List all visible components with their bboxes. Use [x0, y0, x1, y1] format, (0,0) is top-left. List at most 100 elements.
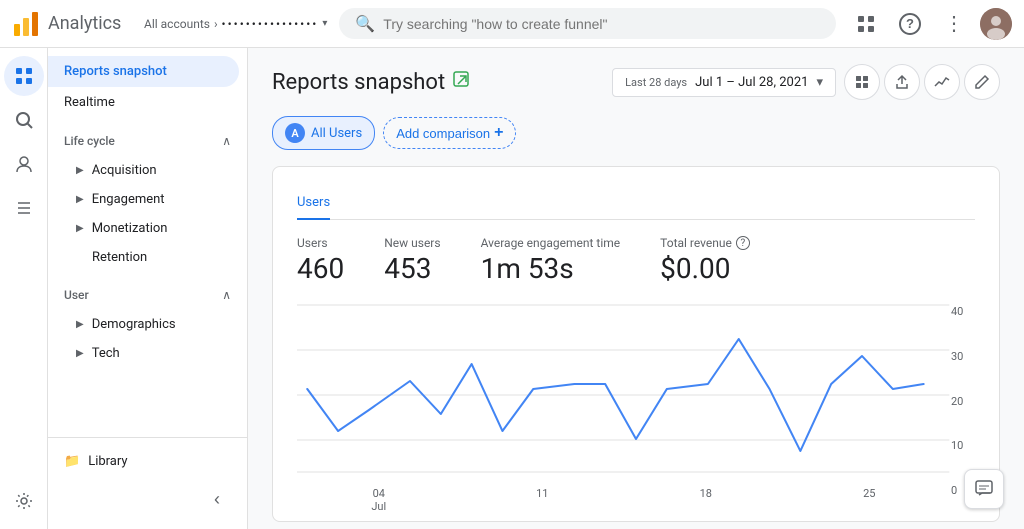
settings-icon: [14, 491, 34, 511]
revenue-label: Total revenue ?: [660, 236, 750, 250]
chip-avatar: A: [285, 123, 305, 143]
sidebar-nav-list[interactable]: [4, 188, 44, 228]
search-nav-icon: [14, 110, 34, 130]
nav-acquisition[interactable]: ▶ Acquisition: [48, 156, 247, 185]
analytics-logo-icon: [12, 10, 40, 38]
lifecycle-section-header[interactable]: Life cycle ∧: [48, 126, 247, 156]
revenue-value: $0.00: [660, 252, 750, 285]
export-icon: [854, 74, 870, 90]
help-icon: ?: [899, 13, 921, 35]
page-title-area: Reports snapshot: [272, 70, 471, 95]
x-label-11: 11: [461, 487, 625, 513]
library-label: Library: [88, 454, 127, 469]
audience-icon: [14, 154, 34, 174]
retention-label: Retention: [92, 250, 147, 265]
sidebar-nav-search[interactable]: [4, 100, 44, 140]
app-title: Analytics: [48, 13, 121, 34]
collapse-sidebar-button[interactable]: ‹: [203, 485, 231, 513]
sidebar-nav-settings[interactable]: [4, 481, 44, 521]
reports-snapshot-label: Reports snapshot: [64, 64, 167, 79]
avatar-image: [980, 8, 1012, 40]
nav-bottom: 📁 Library ‹: [48, 429, 247, 521]
edit-button[interactable]: [964, 64, 1000, 100]
dropdown-arrow-icon: ▾: [322, 18, 327, 29]
date-dropdown-arrow-icon: ▾: [816, 75, 823, 90]
y-label-40: 40: [951, 305, 975, 318]
icon-sidebar: [0, 48, 48, 529]
lifecycle-label: Life cycle: [64, 134, 115, 148]
y-label-30: 30: [951, 350, 975, 363]
top-action-icons: ? ⋮: [848, 6, 1012, 42]
user-avatar[interactable]: [980, 8, 1012, 40]
lifecycle-collapse-icon: ∧: [222, 134, 231, 148]
nav-engagement[interactable]: ▶ Engagement: [48, 185, 247, 214]
export-button[interactable]: [844, 64, 880, 100]
nav-tech[interactable]: ▶ Tech: [48, 339, 247, 368]
metrics-tabs: Users: [297, 187, 975, 220]
nav-realtime[interactable]: Realtime: [48, 87, 239, 118]
engagement-value: 1m 53s: [481, 252, 621, 285]
metric-new-users: New users 453: [384, 236, 440, 285]
acquisition-label: Acquisition: [92, 163, 157, 178]
more-icon: ⋮: [944, 11, 964, 36]
more-options-button[interactable]: ⋮: [936, 6, 972, 42]
metric-revenue: Total revenue ? $0.00: [660, 236, 750, 285]
nav-reports-snapshot[interactable]: Reports snapshot: [48, 56, 239, 87]
filter-row: A All Users Add comparison +: [272, 116, 1000, 150]
home-icon: [14, 66, 34, 86]
trend-button[interactable]: [924, 64, 960, 100]
users-value: 460: [297, 252, 344, 285]
feedback-button[interactable]: [964, 469, 1004, 509]
metric-users: Users 460: [297, 236, 344, 285]
arrow-icon: ▶: [76, 319, 84, 330]
all-users-filter-chip[interactable]: A All Users: [272, 116, 375, 150]
main-header: Reports snapshot Last 28 days Jul 1 – Ju…: [272, 64, 1000, 100]
x-label-04: 04 Jul: [297, 487, 461, 513]
x-label-18: 18: [624, 487, 788, 513]
share-icon: [894, 74, 910, 90]
chart-x-labels: 04 Jul 11 18 25: [297, 487, 975, 513]
nav-demographics[interactable]: ▶ Demographics: [48, 310, 247, 339]
page-title-text: Reports snapshot: [272, 70, 445, 95]
y-label-10: 10: [951, 439, 975, 452]
chart-area: 40 30 20 10 0 04 Jul 11 18: [297, 301, 975, 501]
nav-divider: [48, 437, 247, 438]
date-range-picker[interactable]: Last 28 days Jul 1 – Jul 28, 2021 ▾: [612, 68, 836, 97]
search-bar[interactable]: 🔍: [339, 8, 836, 39]
add-comparison-label: Add comparison: [396, 126, 490, 141]
nav-sidebar: Reports snapshot Realtime Life cycle ∧ ▶…: [48, 48, 248, 529]
demographics-label: Demographics: [92, 317, 176, 332]
external-link-icon[interactable]: [453, 71, 471, 94]
tab-users-label: Users: [297, 195, 330, 210]
y-label-20: 20: [951, 395, 975, 408]
list-icon: [14, 198, 34, 218]
topbar: Analytics All accounts › •••••••••••••••…: [0, 0, 1024, 48]
share-button[interactable]: [884, 64, 920, 100]
chevron-right-icon: ›: [214, 17, 218, 31]
sidebar-nav-home[interactable]: [4, 56, 44, 96]
sidebar-nav-audience[interactable]: [4, 144, 44, 184]
search-input[interactable]: [383, 16, 820, 32]
apps-grid-button[interactable]: [848, 6, 884, 42]
nav-retention[interactable]: Retention: [48, 243, 247, 272]
arrow-icon: ▶: [76, 165, 84, 176]
date-range-label: Last 28 days: [625, 76, 687, 89]
nav-library[interactable]: 📁 Library: [48, 446, 239, 477]
folder-icon: 📁: [64, 454, 80, 469]
user-section-header[interactable]: User ∧: [48, 280, 247, 310]
collapse-icon: ‹: [214, 489, 220, 510]
help-button[interactable]: ?: [892, 6, 928, 42]
add-comparison-button[interactable]: Add comparison +: [383, 117, 516, 149]
user-label: User: [64, 288, 89, 302]
nav-monetization[interactable]: ▶ Monetization: [48, 214, 247, 243]
users-label: Users: [297, 236, 344, 250]
tab-users[interactable]: Users: [297, 187, 330, 220]
arrow-icon: ▶: [76, 194, 84, 205]
account-selector[interactable]: All accounts › •••••••••••••••• ▾: [144, 17, 327, 31]
edit-icon: [974, 74, 990, 90]
add-comparison-icon: +: [494, 124, 503, 142]
engagement-label: Engagement: [92, 192, 165, 207]
tech-label: Tech: [92, 346, 120, 361]
chat-icon: [974, 479, 994, 499]
realtime-label: Realtime: [64, 95, 115, 110]
